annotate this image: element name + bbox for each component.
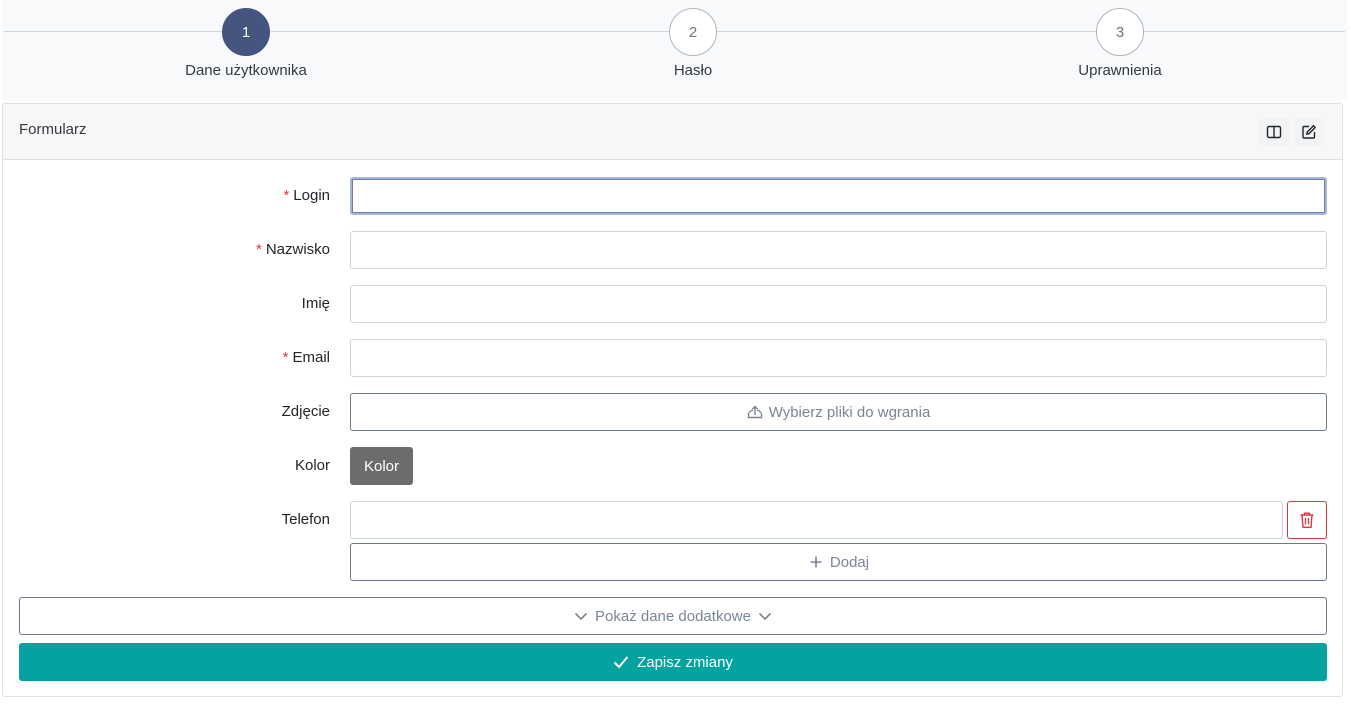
- step-label: Hasło: [673, 62, 713, 79]
- required-mark: *: [282, 349, 289, 366]
- first-name-row: Imię: [3, 285, 1342, 323]
- login-label-text: Login: [293, 187, 330, 204]
- chevron-down-icon: [574, 612, 588, 621]
- card-title: Formularz: [19, 121, 87, 138]
- email-input[interactable]: [350, 339, 1327, 377]
- delete-phone-button[interactable]: [1287, 501, 1327, 539]
- phone-label: Telefon: [281, 511, 330, 528]
- surname-row: * Nazwisko: [3, 231, 1342, 269]
- phone-row: Telefon: [3, 501, 1342, 539]
- columns-layout-button[interactable]: [1259, 118, 1289, 146]
- add-phone-button[interactable]: Dodaj: [350, 543, 1327, 581]
- color-label: Kolor: [294, 457, 330, 474]
- login-label: * Login: [283, 187, 330, 204]
- trash-icon: [1300, 512, 1314, 528]
- login-row: * Login: [3, 177, 1342, 215]
- first-name-label: Imię: [301, 295, 330, 312]
- login-input[interactable]: [350, 177, 1327, 215]
- upload-files-button[interactable]: Wybierz pliki do wgrania: [350, 393, 1327, 431]
- color-picker-button[interactable]: Kolor: [350, 447, 413, 485]
- save-label: Zapisz zmiany: [637, 653, 733, 671]
- plus-icon: [810, 556, 822, 568]
- edit-form-button[interactable]: [1294, 118, 1324, 146]
- first-name-input[interactable]: [350, 285, 1327, 323]
- step-number: 2: [669, 8, 717, 56]
- form-card: Formularz * Login * Nazwisko Imię * Email: [2, 103, 1343, 697]
- phone-input[interactable]: [350, 501, 1283, 539]
- step-permissions[interactable]: 3 Uprawnienia: [1020, 8, 1220, 79]
- surname-label-text: Nazwisko: [265, 241, 330, 258]
- step-number: 3: [1096, 8, 1144, 56]
- photo-label: Zdjęcie: [281, 403, 330, 420]
- columns-icon: [1266, 125, 1282, 139]
- photo-row: Zdjęcie Wybierz pliki do wgrania: [3, 393, 1342, 431]
- step-number: 1: [222, 8, 270, 56]
- upload-icon: [747, 405, 762, 419]
- show-more-label: Pokaż dane dodatkowe: [595, 607, 751, 625]
- chevron-down-icon: [758, 612, 772, 621]
- required-mark: *: [283, 187, 290, 204]
- upload-files-label: Wybierz pliki do wgrania: [768, 403, 931, 421]
- required-mark: *: [255, 241, 262, 258]
- save-button[interactable]: Zapisz zmiany: [19, 643, 1327, 681]
- email-label: * Email: [283, 349, 330, 366]
- step-label: Uprawnienia: [1078, 62, 1162, 79]
- step-password[interactable]: 2 Hasło: [593, 8, 793, 79]
- step-label: Dane użytkownika: [185, 62, 307, 79]
- step-user-data[interactable]: 1 Dane użytkownika: [146, 8, 346, 79]
- edit-icon: [1302, 125, 1316, 139]
- surname-input[interactable]: [350, 231, 1327, 269]
- check-icon: [613, 656, 629, 669]
- card-header: Formularz: [3, 104, 1342, 160]
- color-row: Kolor Kolor: [3, 447, 1342, 485]
- surname-label: * Nazwisko: [256, 241, 330, 258]
- email-label-text: Email: [292, 349, 330, 366]
- show-more-button[interactable]: Pokaż dane dodatkowe: [19, 597, 1327, 635]
- stepper: 1 Dane użytkownika 2 Hasło 3 Uprawnienia: [2, 0, 1347, 100]
- email-row: * Email: [3, 339, 1342, 377]
- add-phone-label: Dodaj: [829, 553, 870, 571]
